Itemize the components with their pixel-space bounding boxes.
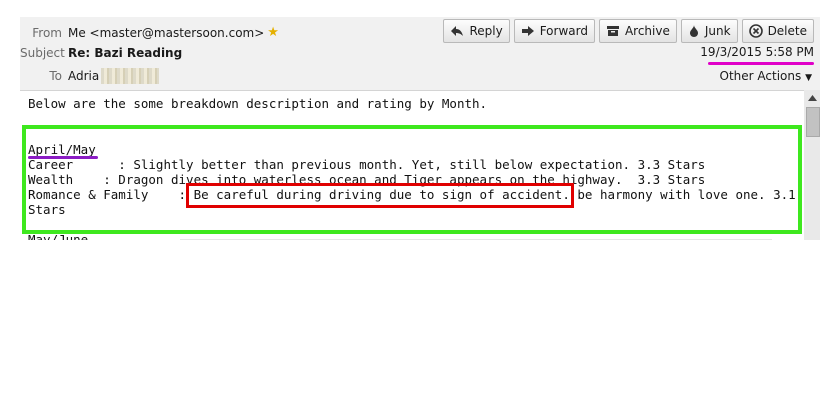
message-date: 19/3/2015 5:58 PM	[700, 45, 814, 59]
divider	[180, 239, 772, 240]
subject-row: Subject Re: Bazi Reading	[20, 46, 182, 60]
message-toolbar: Reply Forward Archive Junk Delete	[443, 19, 814, 43]
forward-button[interactable]: Forward	[513, 19, 595, 43]
forward-icon	[521, 26, 534, 36]
from-label: From	[32, 25, 62, 40]
junk-label: Junk	[704, 24, 731, 38]
subject-label: Subject	[20, 46, 65, 60]
message-header: From Me <master@mastersoon.com> ★ Subjec…	[20, 17, 820, 90]
vertical-scrollbar[interactable]	[804, 90, 820, 240]
delete-label: Delete	[767, 24, 807, 38]
delete-icon	[748, 24, 763, 38]
scroll-up-arrow[interactable]	[804, 90, 820, 106]
archive-label: Archive	[624, 24, 670, 38]
section-highlight-box	[22, 125, 802, 234]
star-icon[interactable]: ★	[267, 25, 279, 40]
reply-icon	[451, 26, 464, 36]
junk-icon	[689, 25, 698, 37]
from-value[interactable]: Me <master@mastersoon.com>	[68, 26, 264, 40]
other-actions-menu[interactable]: Other Actions ▼	[720, 69, 812, 83]
other-actions-label: Other Actions	[719, 69, 802, 83]
archive-button[interactable]: Archive	[598, 19, 677, 43]
to-row: To Adria	[20, 68, 160, 84]
reply-button[interactable]: Reply	[443, 19, 510, 43]
redacted-recipient	[101, 68, 160, 84]
to-value[interactable]: Adria	[68, 69, 99, 83]
forward-label: Forward	[539, 24, 588, 38]
intro-line: Below are the some breakdown description…	[28, 96, 488, 111]
delete-button[interactable]: Delete	[741, 19, 814, 43]
to-label: To	[49, 69, 62, 83]
chevron-down-icon: ▼	[805, 73, 812, 83]
junk-button[interactable]: Junk	[680, 19, 738, 43]
from-row: From Me <master@mastersoon.com> ★	[20, 25, 279, 40]
subject-value: Re: Bazi Reading	[68, 46, 183, 60]
scrollbar-thumb[interactable]	[806, 107, 820, 137]
reply-label: Reply	[469, 24, 503, 38]
archive-icon	[606, 26, 619, 36]
date-highlight-underline	[708, 62, 814, 65]
warning-highlight-box	[186, 183, 574, 208]
